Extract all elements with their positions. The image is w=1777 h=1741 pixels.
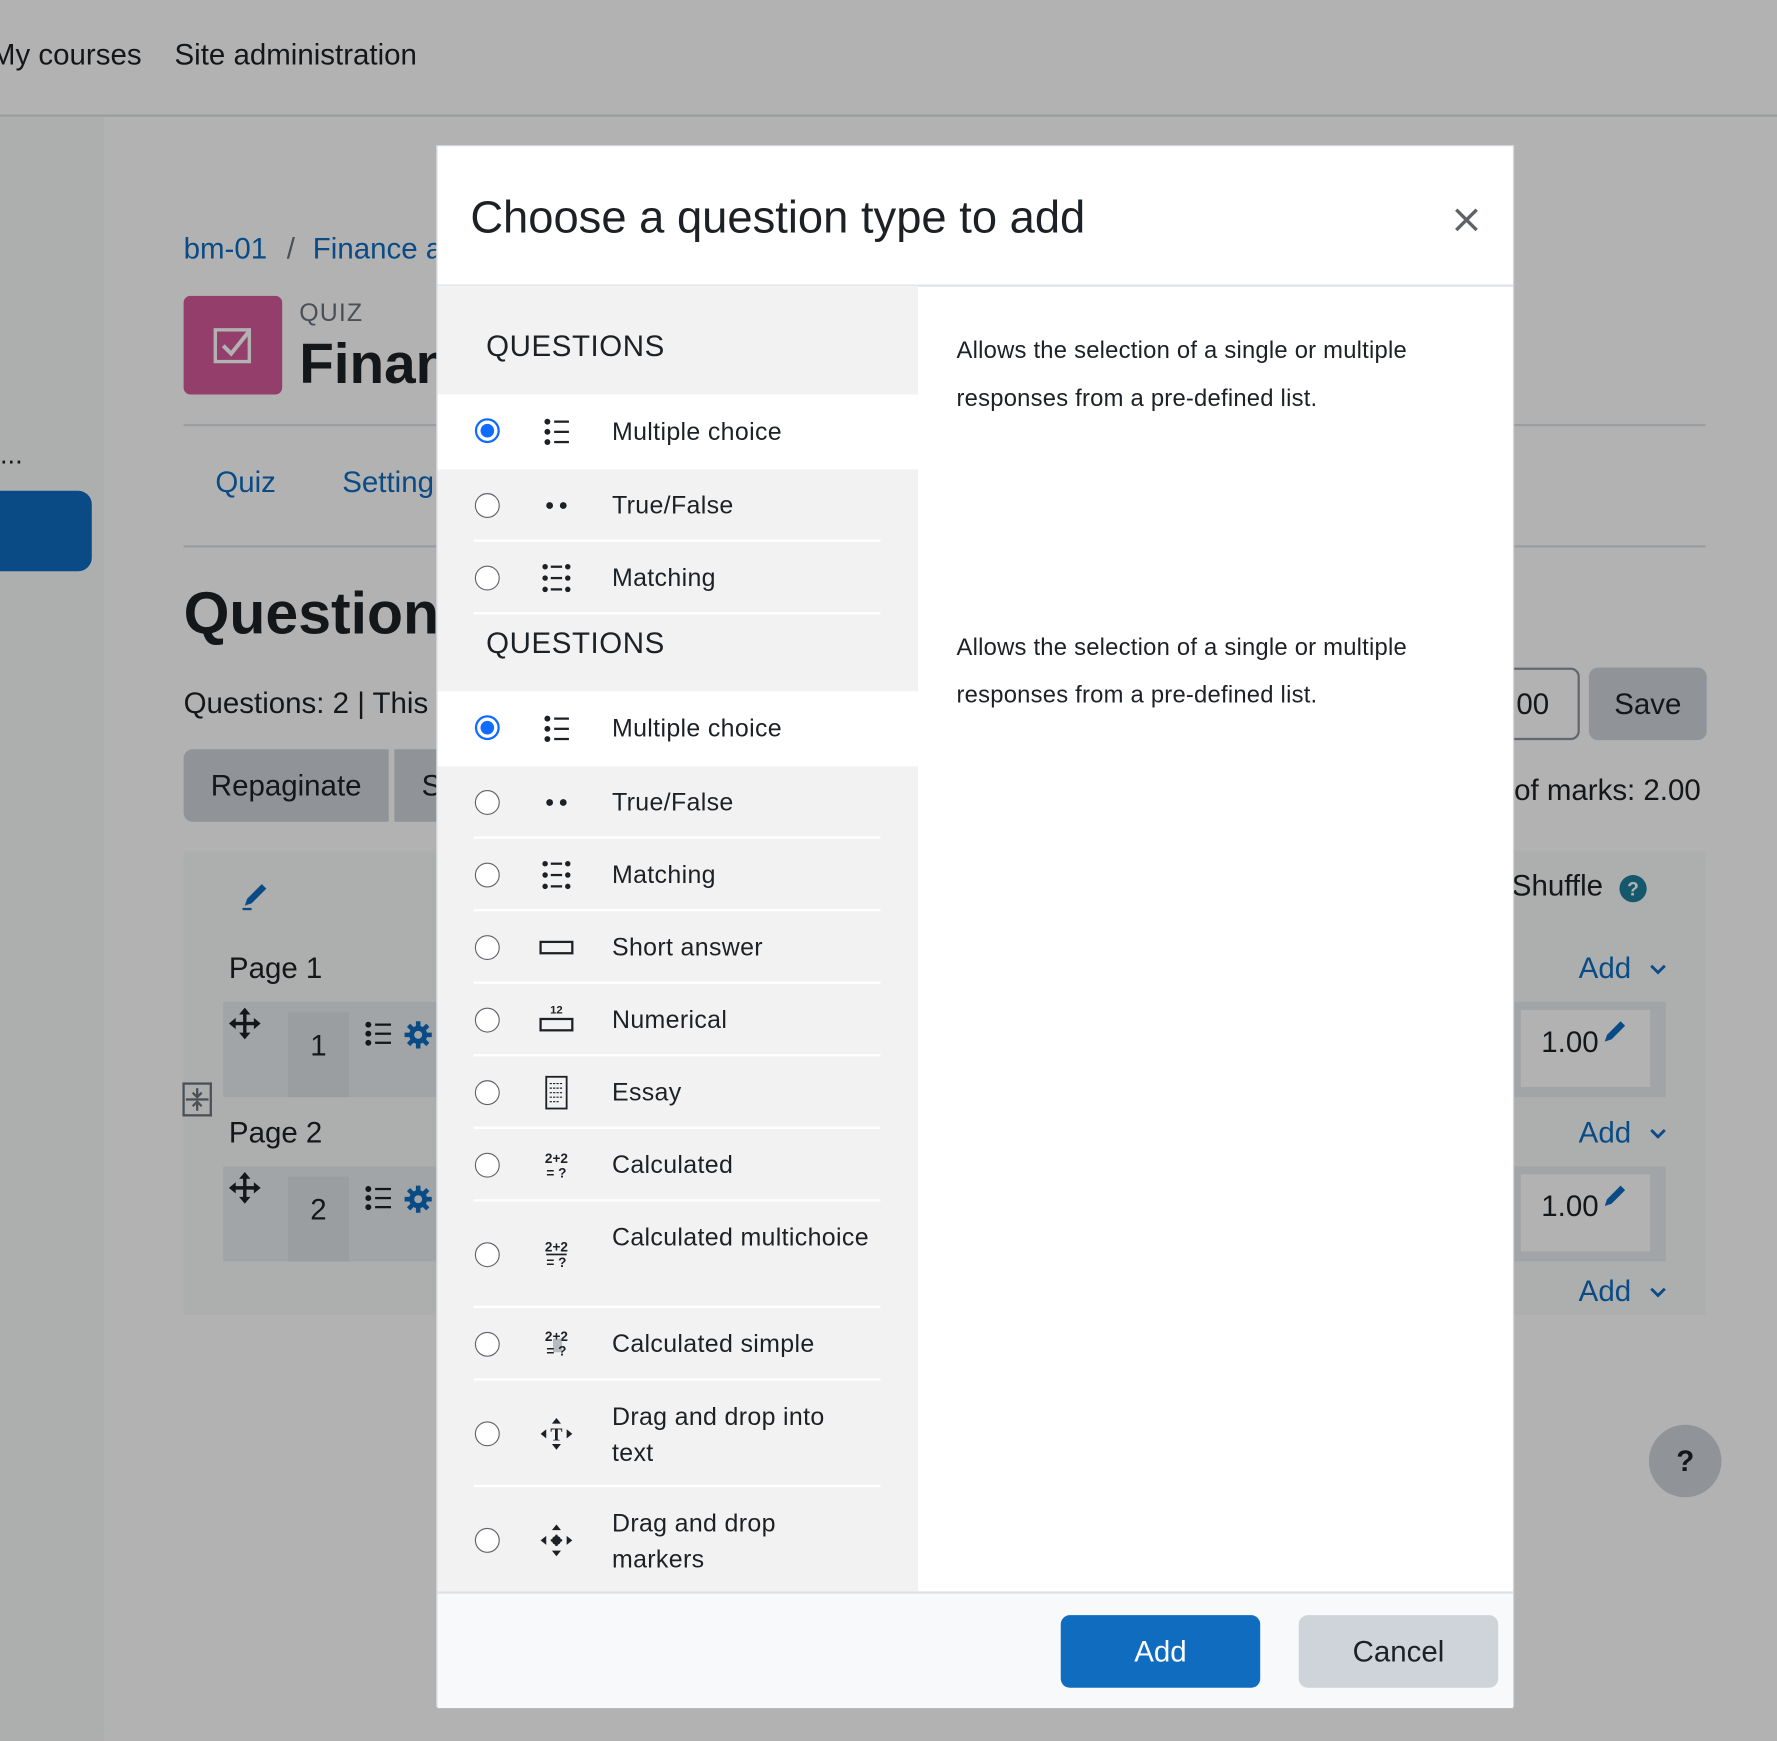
matching-icon: [537, 856, 576, 895]
calculated-simple-icon: 2+2 = ?: [537, 1325, 576, 1364]
add-button[interactable]: Add: [1060, 1615, 1261, 1688]
option-matching[interactable]: Matching: [437, 839, 918, 912]
truefalse-icon: [537, 486, 576, 525]
option-label: Drag and drop markers: [611, 1508, 776, 1574]
calculated-multichoice-icon: 2+2 = ?: [537, 1235, 576, 1274]
option-multiple-choice[interactable]: Multiple choice: [437, 691, 918, 767]
option-calculated-simple[interactable]: 2+2 = ? Calculated simple: [437, 1308, 918, 1381]
radio-button[interactable]: [474, 1242, 500, 1268]
option-label: Calculated simple: [611, 1329, 815, 1358]
option-label: Short answer: [611, 932, 763, 962]
question-type-options: QUESTIONS Multiple choice True/False Mat…: [437, 285, 918, 1592]
question-type-chooser-dialog: Choose a question type to add QUESTIONS …: [436, 145, 1515, 1709]
option-true-false[interactable]: True/False: [437, 766, 918, 839]
option-short-answer[interactable]: Short answer: [437, 911, 918, 984]
radio-button[interactable]: [474, 1331, 500, 1357]
radio-button[interactable]: [474, 862, 500, 888]
multichoice-icon: [537, 710, 576, 749]
option-label: Matching: [611, 860, 716, 889]
multichoice-icon: [537, 413, 576, 452]
option-drag-drop-into-text[interactable]: T Drag and drop into text: [437, 1381, 918, 1488]
svg-text:T: T: [550, 1425, 562, 1445]
modal-body: QUESTIONS Multiple choice True/False Mat…: [437, 285, 1512, 1592]
section-heading: QUESTIONS: [486, 328, 665, 363]
radio-button[interactable]: [474, 935, 500, 961]
radio-button[interactable]: [474, 493, 500, 518]
option-essay[interactable]: Essay: [437, 1056, 918, 1129]
svg-text:= ?: = ?: [546, 1166, 566, 1181]
radio-button[interactable]: [474, 790, 500, 815]
option-label: True/False: [611, 787, 734, 817]
truefalse-icon: [537, 783, 576, 822]
radio-button[interactable]: [474, 1527, 500, 1553]
radio-button[interactable]: [474, 715, 500, 741]
modal-footer: Add Cancel: [437, 1591, 1513, 1709]
modal-title: Choose a question type to add: [470, 192, 1086, 243]
modal-header: Choose a question type to add: [437, 146, 1513, 287]
ddmarker-icon: [537, 1521, 576, 1560]
option-description: Allows the selection of a single or mult…: [956, 634, 1407, 709]
option-calculated-multichoice[interactable]: 2+2 = ? Calculated multichoice: [437, 1201, 918, 1309]
option-drag-drop-markers[interactable]: Drag and drop markers: [437, 1487, 918, 1591]
option-label: Multiple choice: [611, 417, 782, 446]
essay-icon: [537, 1073, 576, 1112]
svg-text:2+2: 2+2: [545, 1151, 568, 1166]
option-calculated[interactable]: 2+2 = ? Calculated: [437, 1129, 918, 1202]
numerical-icon: 12: [537, 1001, 576, 1040]
radio-button[interactable]: [474, 1152, 500, 1178]
close-icon[interactable]: [1449, 203, 1483, 237]
svg-text:= ?: = ?: [546, 1255, 566, 1270]
radio-button[interactable]: [474, 1007, 500, 1033]
option-label: Calculated multichoice: [611, 1223, 869, 1252]
calculated-icon: 2+2 = ?: [537, 1146, 576, 1185]
option-label: Drag and drop into text: [611, 1402, 825, 1467]
cancel-button[interactable]: Cancel: [1298, 1615, 1499, 1688]
option-numerical[interactable]: 12 Numerical: [437, 984, 918, 1057]
shortanswer-icon: [537, 928, 576, 967]
svg-text:12: 12: [550, 1004, 563, 1016]
section-heading: QUESTIONS: [486, 625, 665, 660]
option-multiple-choice[interactable]: Multiple choice: [437, 394, 918, 470]
svg-text:= ?: = ?: [546, 1344, 566, 1359]
option-label: Multiple choice: [611, 714, 782, 743]
radio-button[interactable]: [474, 418, 500, 444]
option-description: Allows the selection of a single or mult…: [956, 337, 1407, 412]
option-label: Numerical: [611, 1005, 728, 1034]
option-true-false[interactable]: True/False: [437, 469, 918, 542]
option-label: True/False: [611, 490, 734, 520]
radio-button[interactable]: [474, 1080, 500, 1106]
option-label: Calculated: [611, 1150, 734, 1179]
radio-button[interactable]: [474, 1421, 500, 1447]
option-label: Essay: [611, 1077, 682, 1107]
ddwtos-icon: T: [537, 1415, 576, 1454]
svg-text:2+2: 2+2: [545, 1239, 568, 1254]
